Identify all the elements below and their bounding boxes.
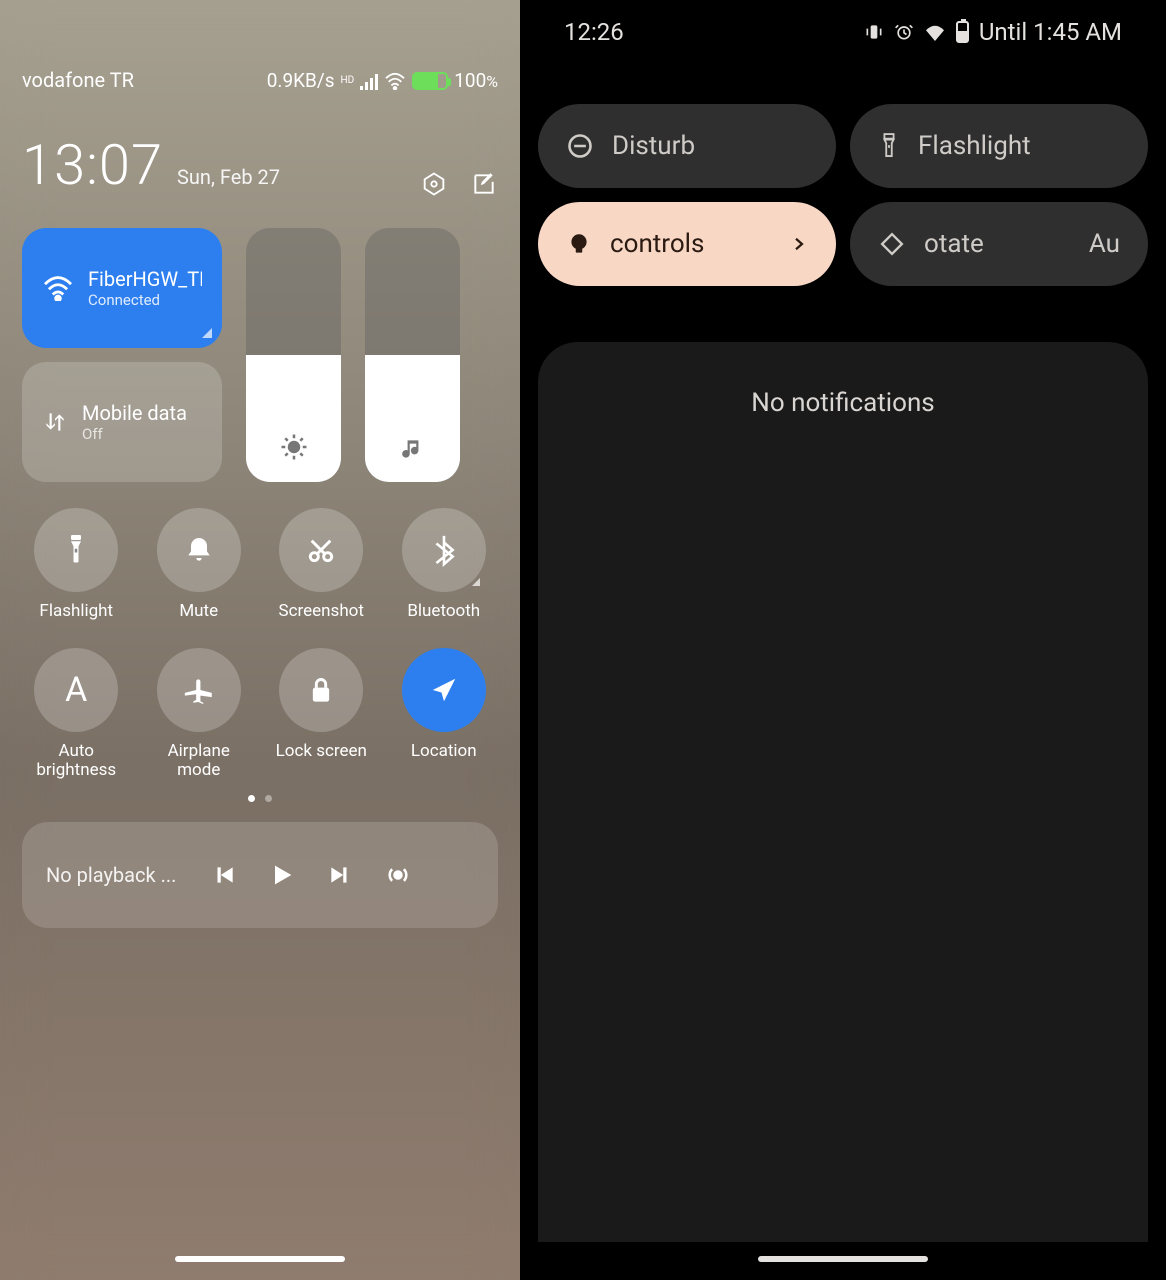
signal-icon [360,72,378,90]
flashlight-label: Flashlight [918,131,1031,161]
location-label: Location [411,742,477,762]
music-icon [400,436,426,462]
page-indicator [22,795,498,802]
expand-icon [472,578,480,586]
lock-screen-toggle[interactable]: Lock screen [267,648,376,781]
edit-icon[interactable] [470,170,498,198]
wifi-icon [924,23,946,41]
dnd-tile[interactable]: Disturb [538,104,836,188]
home-controls-tile[interactable]: controls [538,202,836,286]
location-toggle[interactable]: Location [390,648,499,781]
clock-time: 13:07 [22,132,163,198]
mobile-data-tile[interactable]: Mobile data Off [22,362,222,482]
bluetooth-icon [431,533,457,567]
mobile-data-icon [42,407,68,437]
wifi-status: Connected [88,291,202,309]
mute-toggle[interactable]: Mute [145,508,254,622]
mute-label: Mute [179,602,218,622]
gesture-bar[interactable] [758,1256,928,1262]
gesture-bar[interactable] [175,1256,345,1262]
pixel-quick-settings: 12:26 Until 1:45 AM Disturb Flashlight c… [520,0,1166,1280]
wifi-icon [42,275,74,301]
wifi-name: FiberHGW_TP [88,267,202,291]
battery-pct: 100% [454,69,498,92]
bell-icon [183,534,215,566]
bulb-icon [566,231,592,257]
flashlight-toggle[interactable]: Flashlight [22,508,131,622]
quick-settings-grid: Flashlight Mute Screenshot Bluetooth A A… [22,508,498,781]
expand-icon [202,328,212,338]
letter-a-icon: A [65,670,87,710]
media-panel[interactable]: No playback ... [22,822,498,928]
media-title: No playback ... [46,863,186,887]
airplane-icon [182,673,216,707]
screenshot-label: Screenshot [279,602,364,622]
mobile-data-label: Mobile data [82,401,187,425]
network-speed: 0.9KB/s [267,69,335,92]
no-notifications-text: No notifications [751,388,934,1242]
brightness-icon [279,432,309,462]
flashlight-tile[interactable]: Flashlight [850,104,1148,188]
screenshot-toggle[interactable]: Screenshot [267,508,376,622]
volume-slider[interactable] [365,228,460,482]
clock-date: Sun, Feb 27 [177,165,280,189]
airplane-mode-toggle[interactable]: Airplane mode [145,648,254,781]
wifi-status-icon [384,72,406,90]
bluetooth-label: Bluetooth [407,602,480,622]
carrier-label: vodafone TR [22,68,134,92]
battery-icon [956,21,969,43]
quick-settings-grid: Disturb Flashlight controls otate Au [538,104,1148,286]
location-icon [429,675,459,705]
battery-until-text: Until 1:45 AM [979,18,1122,46]
settings-icon[interactable] [420,170,448,198]
airplane-label: Airplane mode [145,742,254,781]
battery-icon [412,72,448,90]
wifi-tile[interactable]: FiberHGW_TP Connected [22,228,222,348]
flashlight-icon [61,532,91,568]
brightness-slider[interactable] [246,228,341,482]
vibrate-icon [864,22,884,42]
rotate-label-2: Au [1089,229,1120,259]
flashlight-icon [878,131,900,161]
media-prev-icon[interactable] [204,862,244,888]
bluetooth-toggle[interactable]: Bluetooth [390,508,499,622]
chevron-right-icon [790,232,808,256]
media-play-icon[interactable] [262,861,302,889]
media-next-icon[interactable] [320,862,360,888]
dnd-label: Disturb [612,131,695,161]
hd-indicator: HD [341,77,355,85]
notification-panel[interactable]: No notifications [538,342,1148,1242]
lock-icon [307,674,335,706]
media-output-icon[interactable] [378,861,418,889]
controls-label: controls [610,229,704,259]
lock-screen-label: Lock screen [276,742,367,762]
clock-time: 12:26 [564,18,624,46]
auto-brightness-label: Auto brightness [22,742,131,781]
alarm-icon [894,22,914,42]
status-bar: 12:26 Until 1:45 AM [538,0,1148,64]
auto-brightness-toggle[interactable]: A Auto brightness [22,648,131,781]
status-bar: vodafone TR 0.9KB/s HD 100% [22,0,498,100]
miui-control-center: vodafone TR 0.9KB/s HD 100% 13:07 Sun, F… [0,0,520,1280]
flashlight-label: Flashlight [39,602,113,622]
auto-rotate-tile[interactable]: otate Au [850,202,1148,286]
scissors-icon [305,534,337,566]
rotate-icon [878,230,906,258]
dnd-icon [566,132,594,160]
rotate-label-1: otate [924,229,984,259]
mobile-data-status: Off [82,425,187,443]
clock-row: 13:07 Sun, Feb 27 [22,132,498,198]
